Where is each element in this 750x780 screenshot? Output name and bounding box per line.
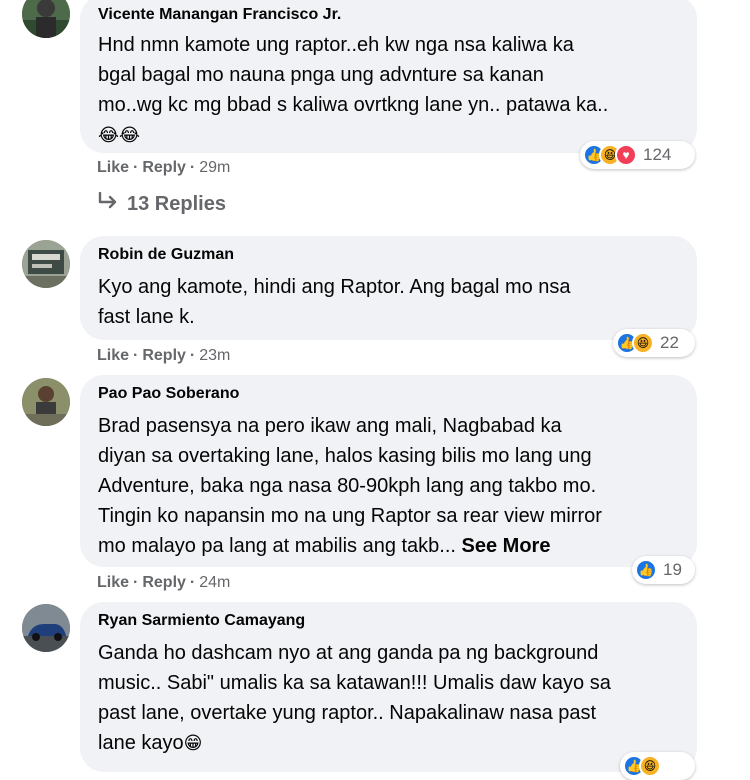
reactions-summary[interactable]: 👍 😆	[620, 752, 695, 780]
avatar[interactable]	[22, 604, 70, 652]
reply-button[interactable]: Reply	[142, 159, 186, 176]
separator: ·	[133, 159, 139, 176]
timestamp[interactable]: 24m	[199, 574, 230, 591]
comment-bubble: Vicente Manangan Francisco Jr. Hnd nmn k…	[80, 0, 697, 153]
avatar-image	[22, 378, 70, 426]
view-replies-link[interactable]: 13 Replies	[97, 191, 226, 216]
reaction-count: 124	[643, 145, 672, 164]
comment-author[interactable]: Pao Pao Soberano	[98, 385, 679, 403]
comment-actions: Like · Reply · 23m	[97, 346, 230, 366]
reactions-summary[interactable]: 👍 19	[632, 556, 695, 584]
reply-arrow-icon	[97, 191, 119, 216]
like-button[interactable]: Like	[97, 159, 129, 176]
comment-bubble: Robin de Guzman Kyo ang kamote, hindi an…	[80, 236, 697, 340]
reply-button[interactable]: Reply	[142, 574, 186, 591]
comment-bubble: Pao Pao Soberano Brad pasensya na pero i…	[80, 375, 697, 567]
avatar[interactable]	[22, 378, 70, 426]
comment-text: Ganda ho dashcam nyo at ang ganda pa ng …	[98, 638, 679, 758]
comment-actions: Like · Reply · 24m	[97, 573, 230, 593]
separator: ·	[133, 574, 139, 591]
love-icon: ♥	[615, 144, 637, 166]
reactions-summary[interactable]: 👍 😆 ♥ 124	[580, 141, 695, 169]
timestamp[interactable]: 29m	[199, 159, 230, 176]
timestamp[interactable]: 23m	[199, 347, 230, 364]
avatar-image	[22, 0, 70, 38]
comment-text: Brad pasensya na pero ikaw ang mali, Nag…	[98, 411, 679, 561]
comment-text: Hnd nmn kamote ung raptor..eh kw nga nsa…	[98, 30, 679, 150]
avatar-image	[22, 240, 70, 288]
comment-bubble: Ryan Sarmiento Camayang Ganda ho dashcam…	[80, 602, 697, 772]
replies-label: 13 Replies	[127, 193, 226, 215]
reply-button[interactable]: Reply	[142, 347, 186, 364]
like-icon: 👍	[635, 559, 657, 581]
see-more-link[interactable]: See More	[462, 535, 551, 557]
haha-icon: 😆	[639, 755, 661, 777]
avatar-image	[22, 604, 70, 652]
reaction-count: 22	[660, 333, 679, 352]
like-button[interactable]: Like	[97, 347, 129, 364]
reaction-count: 19	[663, 560, 682, 579]
avatar[interactable]	[22, 0, 70, 38]
reactions-summary[interactable]: 👍 😆 22	[613, 329, 695, 357]
comment-author[interactable]: Ryan Sarmiento Camayang	[98, 612, 679, 630]
comment-text: Kyo ang kamote, hindi ang Raptor. Ang ba…	[98, 276, 571, 328]
separator: ·	[189, 574, 196, 591]
haha-icon: 😆	[632, 332, 654, 354]
comment-author[interactable]: Robin de Guzman	[98, 246, 679, 264]
comment-text-body: Ganda ho dashcam nyo at ang ganda pa ng …	[98, 642, 611, 754]
avatar[interactable]	[22, 240, 70, 288]
like-button[interactable]: Like	[97, 574, 129, 591]
emoji: 😂😂	[98, 125, 141, 145]
emoji: 😁	[183, 733, 203, 753]
separator: ·	[189, 159, 196, 176]
separator: ·	[189, 347, 196, 364]
comment-text-body: Hnd nmn kamote ung raptor..eh kw nga nsa…	[98, 34, 609, 116]
comment-author[interactable]: Vicente Manangan Francisco Jr.	[98, 6, 679, 24]
separator: ·	[133, 347, 139, 364]
comment-actions: Like · Reply · 29m	[97, 158, 230, 178]
